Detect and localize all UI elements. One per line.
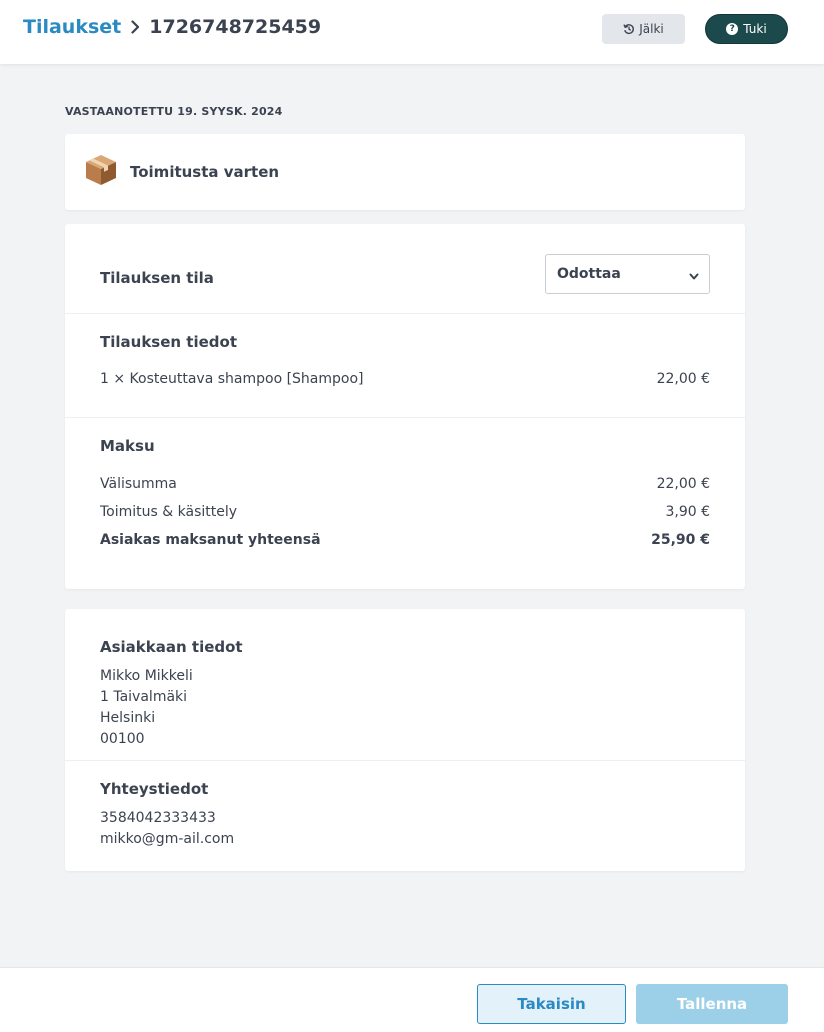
received-date: VASTAANOTETTU 19. SYYSK. 2024: [65, 105, 283, 118]
order-card: Tilauksen tila Odottaa Tilauksen tiedot …: [65, 224, 745, 589]
support-label: Tuki: [743, 22, 767, 36]
back-button[interactable]: Takaisin: [477, 984, 626, 1024]
shipping-title: Toimitusta varten: [130, 163, 280, 181]
payment-title: Maksu: [100, 437, 155, 455]
contact-title: Yhteystiedot: [100, 780, 209, 798]
top-bar: Tilaukset 1726748725459 Jälki ? Tuki: [0, 0, 824, 64]
bottom-action-bar: Takaisin Tallenna: [0, 967, 824, 1032]
history-button[interactable]: Jälki: [602, 14, 685, 44]
save-button[interactable]: Tallenna: [636, 984, 788, 1024]
customer-city: Helsinki: [100, 710, 156, 726]
breadcrumb: Tilaukset 1726748725459: [23, 16, 321, 38]
order-details-title: Tilauksen tiedot: [100, 333, 237, 351]
divider: [65, 760, 745, 761]
history-label: Jälki: [639, 22, 664, 36]
order-status-select[interactable]: Odottaa: [545, 254, 710, 294]
customer-card: Asiakkaan tiedot Mikko Mikkeli 1 Taivalm…: [65, 609, 745, 871]
shipping-cost-value: 3,90 €: [665, 504, 710, 520]
order-status-value: Odottaa: [557, 266, 621, 282]
chevron-down-icon: [689, 269, 699, 285]
contact-email: mikko@gm-ail.com: [100, 831, 235, 847]
order-item-price: 22,00 €: [656, 371, 710, 387]
support-button[interactable]: ? Tuki: [705, 14, 788, 44]
order-item-description: 1 × Kosteuttava shampoo [Shampoo]: [100, 371, 364, 387]
subtotal-label: Välisumma: [100, 476, 177, 492]
shipping-card: Toimitusta varten: [65, 134, 745, 210]
package-icon: [84, 153, 118, 191]
history-icon: [623, 24, 635, 35]
total-label: Asiakas maksanut yhteensä: [100, 532, 321, 548]
breadcrumb-orders-link[interactable]: Tilaukset: [23, 16, 121, 38]
total-value: 25,90 €: [651, 532, 710, 548]
contact-phone: 3584042333433: [100, 810, 216, 826]
customer-postal-code: 00100: [100, 731, 145, 747]
customer-street: 1 Taivalmäki: [100, 689, 188, 705]
chevron-right-icon: [131, 20, 140, 34]
customer-name: Mikko Mikkeli: [100, 668, 193, 684]
page-title: 1726748725459: [149, 16, 322, 38]
subtotal-value: 22,00 €: [656, 476, 710, 492]
shipping-cost-label: Toimitus & käsittely: [100, 504, 238, 520]
customer-title: Asiakkaan tiedot: [100, 638, 243, 656]
help-icon: ?: [726, 23, 739, 35]
divider: [65, 313, 745, 314]
order-status-label: Tilauksen tila: [100, 269, 214, 287]
divider: [65, 417, 745, 418]
